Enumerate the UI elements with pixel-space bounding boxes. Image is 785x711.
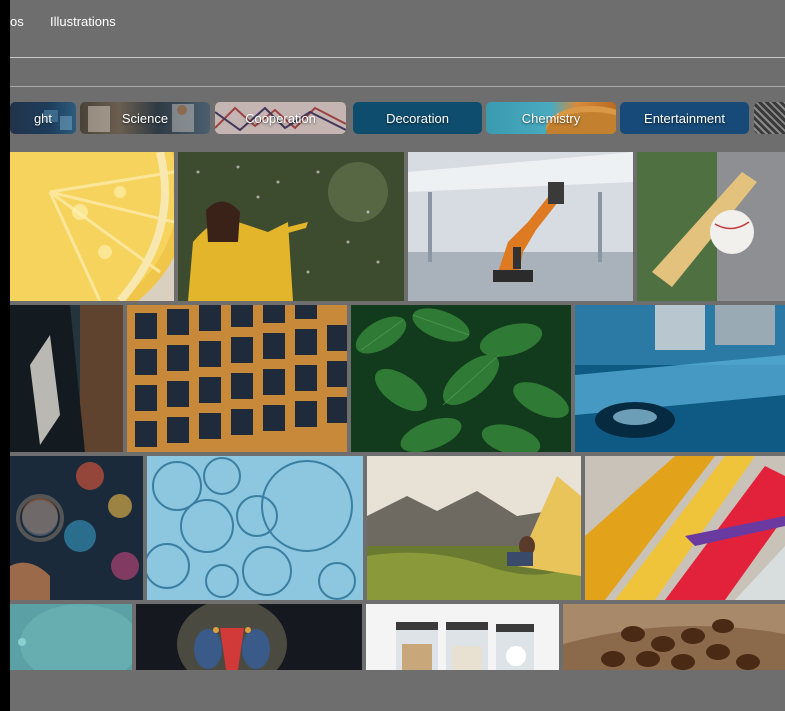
photo-coffee-beans[interactable]	[563, 604, 785, 670]
photo-soap-bubbles[interactable]	[147, 456, 363, 600]
photo-colorful-liquids[interactable]	[585, 456, 785, 600]
category-chip-entertainment[interactable]: Entertainment	[620, 102, 749, 134]
photo-mandrill[interactable]	[136, 604, 362, 670]
person-dark-image	[10, 305, 123, 452]
category-chip-label: Cooperation	[245, 110, 316, 126]
building-facade-image	[127, 305, 347, 452]
category-chip-chemistry[interactable]: Chemistry	[486, 102, 616, 134]
city-lights-image	[10, 456, 143, 600]
tab-photos[interactable]: os	[10, 14, 24, 29]
woman-in-rain-image	[178, 152, 404, 301]
photo-lemon-slice[interactable]	[10, 152, 174, 301]
screen: os Illustrations ght Science Cooperation…	[0, 0, 785, 711]
category-chip-label: Science	[121, 110, 169, 126]
photo-green-leaves[interactable]	[351, 305, 571, 452]
category-chip-cooperation[interactable]: Cooperation	[215, 102, 346, 134]
tent-mountains-image	[367, 456, 581, 600]
photo-woman-in-rain[interactable]	[178, 152, 404, 301]
photo-city-lights-magnifier[interactable]	[10, 456, 143, 600]
photo-teal-blur[interactable]	[10, 604, 132, 670]
content-panel: os Illustrations ght Science Cooperation…	[10, 0, 785, 711]
category-chip-decoration[interactable]: Decoration	[353, 102, 482, 134]
search-input[interactable]	[10, 58, 785, 87]
photo-baseball-bat[interactable]	[637, 152, 785, 301]
category-chip-label: Decoration	[386, 110, 449, 126]
jars-cotton-image	[366, 604, 559, 670]
lemon-slice-image	[10, 152, 174, 301]
photo-tent-mountains[interactable]	[367, 456, 581, 600]
colorful-liquids-image	[585, 456, 785, 600]
photo-robot-factory[interactable]	[408, 152, 633, 301]
photo-microscope[interactable]	[575, 305, 785, 452]
robot-factory-image	[408, 152, 633, 301]
category-chip-partial[interactable]	[754, 102, 785, 134]
tab-illustrations[interactable]: Illustrations	[50, 14, 116, 29]
category-chip-science[interactable]: Science	[80, 102, 210, 134]
category-chip-label: ght	[33, 110, 53, 126]
teal-blur-image	[10, 604, 132, 670]
photo-person-dark[interactable]	[10, 305, 123, 452]
mandrill-image	[136, 604, 362, 670]
category-chip-light[interactable]: ght	[10, 102, 76, 134]
category-chip-label: Chemistry	[521, 110, 581, 126]
microscope-image	[575, 305, 785, 452]
photo-jars-cotton[interactable]	[366, 604, 559, 670]
soap-bubbles-image	[147, 456, 363, 600]
category-chip-label: Entertainment	[644, 110, 725, 126]
green-leaves-image	[351, 305, 571, 452]
baseball-bat-image	[637, 152, 785, 301]
photo-building-facade[interactable]	[127, 305, 347, 452]
coffee-beans-image	[563, 604, 785, 670]
